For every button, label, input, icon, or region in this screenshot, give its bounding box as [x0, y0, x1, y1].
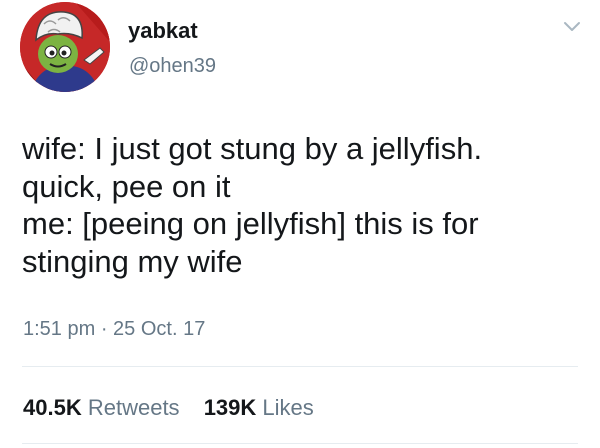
- divider: [22, 443, 578, 444]
- retweets-stat[interactable]: 40.5K Retweets: [23, 395, 180, 421]
- tweet-card: yabkat @ohen39 wife: I just got stung by…: [0, 0, 600, 448]
- divider: [22, 366, 578, 367]
- cartoon-avatar-icon: [20, 2, 110, 92]
- likes-count: 139K: [203, 395, 257, 420]
- chevron-down-icon[interactable]: [561, 15, 583, 37]
- user-handle[interactable]: @ohen39: [129, 55, 216, 78]
- retweets-label: Retweets: [87, 395, 180, 420]
- likes-label: Likes: [262, 395, 314, 420]
- display-name[interactable]: yabkat: [128, 18, 198, 44]
- tweet-text: wife: I just got stung by a jellyfish. q…: [22, 131, 483, 279]
- tweet-timestamp[interactable]: 1:51 pm · 25 Oct. 17: [23, 318, 205, 341]
- retweets-count: 40.5K: [23, 395, 82, 420]
- engagement-stats: 40.5K Retweets 139K Likes: [23, 395, 332, 421]
- avatar[interactable]: [20, 2, 110, 92]
- likes-stat[interactable]: 139K Likes: [204, 395, 314, 421]
